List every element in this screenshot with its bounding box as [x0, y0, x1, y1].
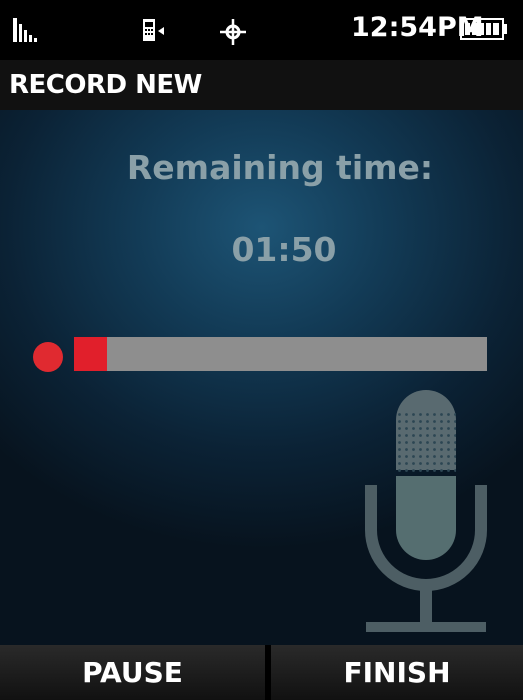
status-bar: 12:54PM: [0, 0, 523, 60]
page-title: RECORD NEW: [9, 70, 202, 100]
battery-icon: [460, 18, 507, 40]
remaining-time-value: 01:50: [231, 230, 337, 269]
softkey-bar: PAUSE FINISH: [0, 645, 523, 700]
finish-button[interactable]: FINISH: [271, 645, 523, 700]
recorder-panel: Remaining time: 01:50: [0, 110, 523, 645]
phone-icon: [143, 19, 164, 41]
recording-progress-fill: [74, 337, 108, 371]
signal-icon: [13, 18, 43, 42]
recording-progress-bar: [74, 337, 487, 371]
remaining-time-label: Remaining time:: [126, 148, 434, 187]
gps-icon: [220, 19, 246, 45]
record-indicator-icon: [33, 342, 63, 372]
title-bar: RECORD NEW: [0, 60, 523, 110]
microphone-icon: [365, 390, 487, 632]
pause-button[interactable]: PAUSE: [0, 645, 265, 700]
